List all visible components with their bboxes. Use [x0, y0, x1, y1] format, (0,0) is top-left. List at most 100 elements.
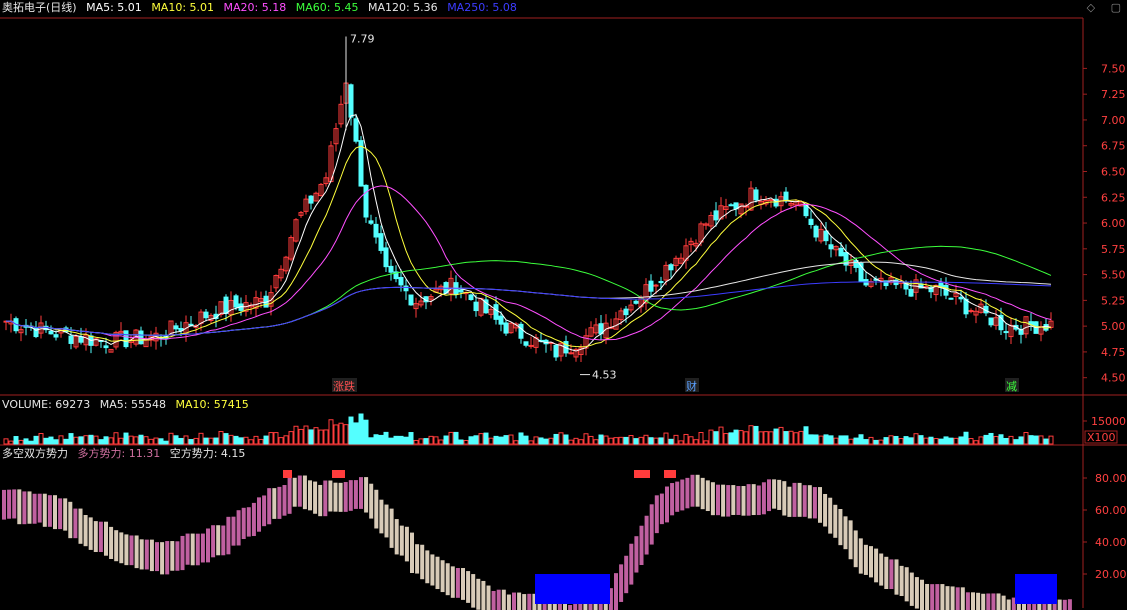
price-tick-label: 7.00: [1101, 114, 1126, 127]
volume-bar: [613, 437, 619, 445]
force-bar: [726, 485, 731, 517]
volume-bar: [113, 432, 119, 445]
volume-bar: [533, 436, 539, 445]
volume-bar: [233, 435, 239, 445]
force-bar: [695, 474, 700, 507]
force-bar: [410, 532, 414, 573]
volume-bar: [148, 438, 154, 445]
force-bar: [124, 534, 129, 566]
volume-bar: [218, 431, 224, 445]
volume-bar: [453, 431, 459, 445]
volume-bar: [438, 439, 444, 445]
force-bar: [1062, 599, 1067, 610]
candle-body: [383, 247, 389, 268]
volume-ma10-label: MA10: 57415: [175, 398, 249, 411]
force-bar: [73, 508, 78, 539]
force-bar: [685, 477, 690, 509]
candle-body: [958, 296, 964, 300]
volume-bar: [123, 432, 129, 445]
volume-bar: [33, 435, 39, 445]
force-bar: [58, 498, 63, 530]
volume-bar: [973, 440, 979, 445]
volume-bar: [833, 437, 839, 445]
volume-bar: [563, 434, 569, 445]
volume-bar: [558, 432, 564, 445]
force-bar: [863, 544, 868, 575]
force-bar: [940, 584, 945, 610]
volume-bar: [158, 438, 164, 445]
volume-bar: [988, 432, 994, 445]
bear-force-label: 空方势力: 4.15: [169, 447, 246, 460]
force-bar: [32, 493, 37, 524]
force-bar: [379, 499, 384, 534]
force-bar: [430, 554, 435, 586]
force-bar: [461, 568, 465, 600]
force-bar: [425, 550, 430, 584]
price-tick-label: 6.50: [1101, 165, 1126, 178]
volume-bar: [628, 435, 634, 445]
candle-body: [468, 294, 474, 301]
volume-bar: [333, 424, 339, 445]
force-bar: [144, 539, 149, 570]
force-bar: [680, 479, 685, 511]
volume-bar: [283, 435, 289, 445]
volume-bar: [818, 435, 824, 445]
force-extreme-block: [1015, 574, 1057, 604]
ma5-label: MA5: 5.01: [86, 1, 142, 14]
candle-body: [838, 247, 844, 257]
ma250-label: MA250: 5.08: [447, 1, 517, 14]
volume-bar: [978, 436, 984, 445]
volume-bar: [118, 437, 124, 445]
volume-bar: [763, 431, 769, 445]
volume-bar: [663, 432, 669, 445]
candle-body: [948, 297, 954, 300]
candle-body: [728, 204, 734, 207]
force-bar: [573, 602, 578, 610]
volume-bar: [548, 437, 554, 445]
force-peak-cap: [332, 470, 345, 478]
force-bar: [83, 514, 88, 547]
volume-bar: [238, 437, 244, 445]
volume-bar: [18, 439, 24, 445]
diamond-icon[interactable]: ◇: [1087, 1, 1095, 14]
force-bar: [399, 525, 404, 556]
volume-bar: [998, 434, 1004, 445]
stock-chart[interactable]: 7.50 7.25 7.00 6.75 6.50 6.25 6.00 5.75 5.50 5.25…: [0, 0, 1127, 610]
volume-bar: [268, 432, 274, 445]
volume-bar: [253, 435, 259, 445]
volume-bar: [808, 434, 814, 445]
force-bar: [705, 480, 710, 512]
candle-body: [823, 230, 829, 242]
volume-bar: [958, 436, 964, 445]
volume-bar: [428, 435, 434, 445]
volume-bar: [513, 440, 519, 445]
stock-title: 奥拓电子(日线): [2, 1, 77, 14]
volume-bar: [363, 419, 369, 445]
price-tick-label: 7.25: [1101, 88, 1126, 101]
force-bar: [7, 489, 12, 519]
force-bar: [236, 510, 241, 546]
volume-bar: [843, 435, 849, 445]
force-bar: [114, 530, 119, 562]
volume-bar: [313, 427, 319, 445]
force-header: 多空双方势力 多方势力: 11.31 空方势力: 4.15: [2, 446, 251, 462]
volume-bar: [723, 433, 729, 445]
candle-body: [503, 322, 509, 334]
volume-bar: [188, 439, 194, 445]
force-bar: [160, 542, 165, 575]
volume-bar: [748, 425, 754, 445]
volume-bar: [993, 436, 999, 445]
force-bar: [506, 594, 511, 610]
volume-bar: [223, 433, 229, 445]
force-bar: [629, 543, 634, 585]
force-tick-label: 80.00: [1095, 472, 1127, 485]
candle-body: [648, 280, 654, 292]
candle-body: [633, 300, 639, 304]
force-bar: [68, 501, 73, 539]
volume-bar: [903, 436, 909, 445]
volume-bar: [883, 437, 889, 445]
volume-bar: [923, 437, 929, 445]
volume-bar: [753, 425, 759, 445]
candle-body: [528, 344, 534, 347]
restore-icon[interactable]: ▢: [1111, 1, 1121, 14]
